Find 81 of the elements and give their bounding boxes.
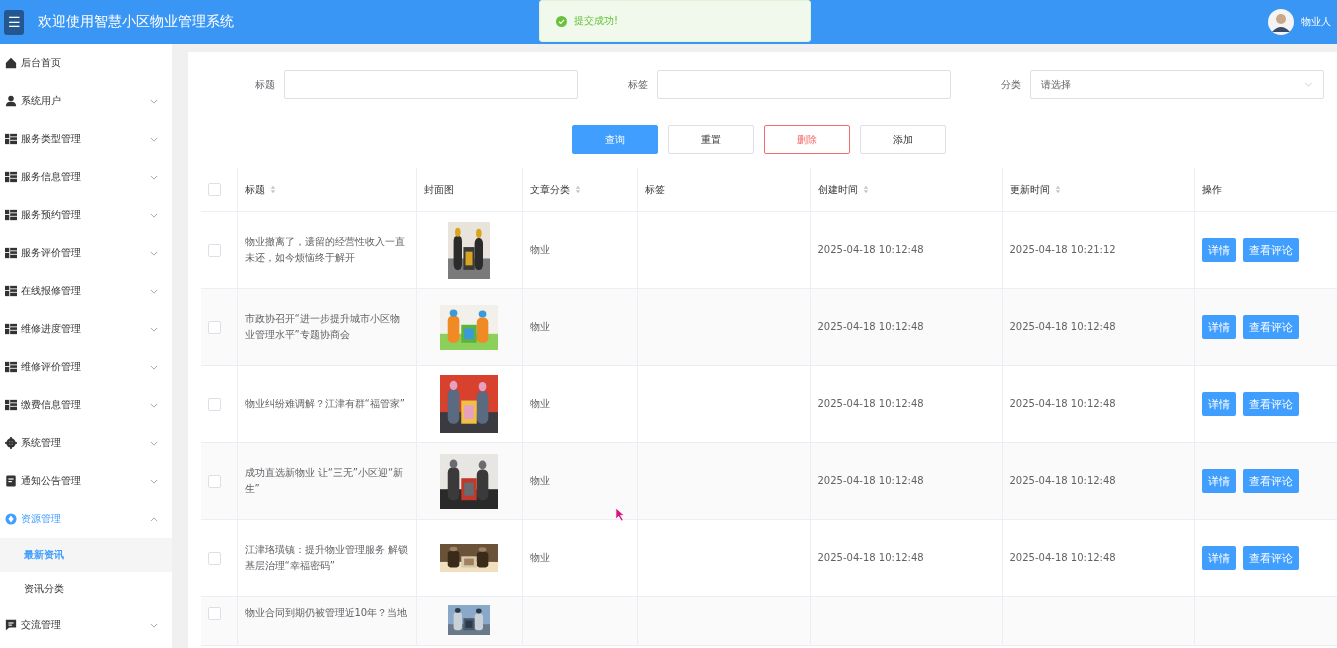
checkbox[interactable] [208,551,221,565]
filter-label: 标签 [627,77,648,92]
table-cell: 2025-04-18 10:12:48 [817,475,924,486]
grid-icon [5,285,17,297]
checkbox[interactable] [208,397,221,411]
column-header: 操作 [1201,182,1222,197]
sidebar-item[interactable]: 服务类型管理 [0,120,172,158]
sidebar-item[interactable]: 通知公告管理 [0,462,172,500]
text-field[interactable] [657,70,951,99]
chevron-icon [1304,82,1313,87]
table-cell: 2025-04-18 10:12:48 [1009,552,1116,563]
table-cell: 物业纠纷难调解？江津有群“福管家” [244,398,405,409]
column-header: 文章分类 [529,182,570,197]
add-button[interactable]: 添加 [859,125,946,154]
home-icon [5,57,17,69]
sidebar-item[interactable]: 系统用户 [0,82,172,120]
grid-icon [5,361,17,373]
sort-icon[interactable] [1054,185,1061,194]
filter-label: 分类 [1000,77,1021,92]
table-cell: 物业 [529,398,550,409]
column-header: 标题 [244,182,265,197]
filter-label: 标题 [254,77,275,92]
text-field[interactable] [284,70,578,99]
sort-icon[interactable] [269,185,276,194]
table-cell: 2025-04-18 10:12:48 [817,244,924,255]
check-circle-icon [556,15,567,27]
sidebar-item[interactable]: 服务评价管理 [0,234,172,272]
menu-button[interactable]: ☰ [4,9,24,35]
grid-icon [5,323,17,335]
sidebar-item[interactable]: 维修进度管理 [0,310,172,348]
table-cell: 物业 [529,244,550,255]
table-cell: 物业撤离了，遗留的经营性收入一直未还，如今烦恼终于解开 [244,236,405,263]
table-cell: 市政协召开“进一步提升城市小区物业管理水平”专题协商会 [244,313,400,340]
sort-icon[interactable] [862,185,869,194]
sidebar-item[interactable]: 交流管理 [0,606,172,644]
toast-message: 提交成功! [574,14,618,28]
table-cell: 物业合同到期仍被管理近10年？当地 [244,607,408,618]
select-field[interactable]: 请选择 [1030,70,1324,99]
column-header: 创建时间 [817,182,858,197]
table-cell: 物业 [529,475,550,486]
table-cell: 物业 [529,321,550,332]
column-header: 封面图 [423,182,454,197]
grid-icon [5,399,17,411]
table-cell: 2025-04-18 10:21:12 [1009,244,1116,255]
table-cell: 江津珞璜镇：提升物业管理服务 解锁基层治理“幸福密码” [244,544,408,571]
table-cell: 2025-04-18 10:12:48 [817,321,924,332]
table-cell: 成功直选新物业 让“三无”小区迎“新生” [244,467,404,494]
grid-icon [5,209,17,221]
user-icon [5,95,17,107]
grid-icon [5,171,17,183]
column-header: 更新时间 [1009,182,1050,197]
checkbox[interactable] [208,474,221,488]
table-cell: 2025-04-18 10:12:48 [1009,475,1116,486]
settings-icon [5,437,17,449]
table-cell: 2025-04-18 10:12:48 [1009,321,1116,332]
table-cell: 2025-04-18 10:12:48 [817,398,924,409]
submenu-item[interactable]: 资讯分类 [0,572,172,606]
sidebar-item[interactable]: 服务信息管理 [0,158,172,196]
table-cell: 2025-04-18 10:12:48 [817,552,924,563]
column-header: 标签 [644,182,665,197]
sidebar-item[interactable]: 后台首页 [0,44,172,82]
sidebar-item[interactable]: 缴费信息管理 [0,386,172,424]
sidebar-item[interactable]: 在线报修管理 [0,272,172,310]
sidebar-item[interactable]: 维修评价管理 [0,348,172,386]
reset-button[interactable]: 重置 [667,125,754,154]
document-icon [5,475,17,487]
grid-icon [5,247,17,259]
checkbox[interactable] [208,320,221,334]
checkbox[interactable] [208,243,221,257]
compass-icon [5,513,17,525]
sort-icon[interactable] [574,185,581,194]
table-cell: 物业 [529,552,550,563]
checkbox[interactable] [208,183,221,196]
sidebar-item[interactable]: 服务预约管理 [0,196,172,234]
sidebar-item[interactable]: 系统管理 [0,424,172,462]
avatar-icon[interactable] [1268,9,1294,35]
grid-icon [5,133,17,145]
table-cell: 2025-04-18 10:12:48 [1009,398,1116,409]
app-title: 欢迎使用智慧小区物业管理系统 [38,13,234,31]
checkbox[interactable] [208,606,221,620]
chat-icon [5,619,17,631]
